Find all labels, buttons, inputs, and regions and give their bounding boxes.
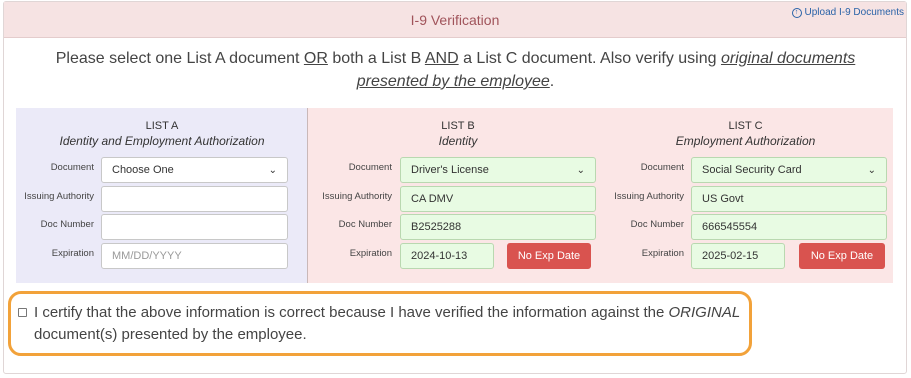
list-c-no-exp-date-button[interactable]: No Exp Date [799,243,885,269]
list-b-doc-number-input[interactable]: B2525288 [400,214,596,240]
chevron-down-icon: ⌄ [268,164,277,176]
instructions-or: OR [303,50,328,67]
list-a-document-label: Document [50,162,94,173]
list-a-section: LIST A Identity and Employment Authoriza… [16,108,308,283]
list-b-expiration-label: Expiration [349,248,392,259]
list-a-document-select[interactable]: Choose One ⌄ [101,157,288,183]
upload-link-label: Upload I-9 Documents [804,7,905,18]
list-a-expiration-label: Expiration [51,248,94,259]
list-c-doc-number-input[interactable]: 666545554 [691,214,887,240]
instructions-text: Please select one List A document OR bot… [30,47,881,93]
list-a-expiration-placeholder: MM/DD/YYYY [112,250,182,262]
list-b-issuing-authority-label: Issuing Authority [322,191,392,202]
list-b-subtitle: Identity [438,134,478,148]
list-bc-section: LIST B Identity Document Driver's Licens… [308,108,893,283]
certification-text: I certify that the above information is … [34,302,743,346]
list-a-heading: LIST A Identity and Employment Authoriza… [16,119,308,149]
certify-text-part1: I certify that the above information is … [34,304,669,321]
chevron-down-icon: ⌄ [576,164,585,176]
instructions-part3: a List C document. Also verify using [458,50,721,67]
list-a-issuing-authority-input[interactable] [101,186,288,212]
list-a-title: LIST A [145,120,179,132]
list-a-document-value: Choose One [112,164,174,176]
certify-checkbox[interactable] [18,308,27,317]
list-c-issuing-authority-input[interactable]: US Govt [691,186,887,212]
arrow-up-circle-icon: ↑ [791,7,802,18]
list-b-title: LIST B [441,120,475,132]
list-a-issuing-authority-label: Issuing Authority [24,191,94,202]
list-b-document-select[interactable]: Driver's License ⌄ [400,157,596,183]
instructions-and: AND [424,50,459,67]
list-c-doc-number-label: Doc Number [630,219,684,230]
certify-text-original: ORIGINAL [668,304,741,321]
list-c-subtitle: Employment Authorization [675,134,816,148]
list-b-document-value: Driver's License [411,164,489,176]
list-b-expiration-input[interactable]: 2024-10-13 [400,243,494,269]
document-lists: LIST A Identity and Employment Authoriza… [16,108,893,283]
certify-text-part2: document(s) presented by the employee. [34,326,307,343]
upload-i9-documents-link[interactable]: ↑ Upload I-9 Documents [791,7,905,18]
list-c-document-value: Social Security Card [702,164,802,176]
instructions-part1: Please select one List A document [55,50,304,67]
list-c-document-label: Document [640,162,684,173]
list-b-heading: LIST B Identity [308,119,608,149]
list-c-document-select[interactable]: Social Security Card ⌄ [691,157,887,183]
certification-box: I certify that the above information is … [8,291,752,356]
list-c-issuing-authority-label: Issuing Authority [614,191,684,202]
panel-header: I-9 Verification ↑ Upload I-9 Documents [4,2,906,38]
list-a-expiration-input[interactable]: MM/DD/YYYY [101,243,288,269]
list-c-expiration-label: Expiration [641,248,684,259]
instructions-part4: . [549,73,555,90]
list-b-no-exp-date-button[interactable]: No Exp Date [507,243,591,269]
list-a-subtitle: Identity and Employment Authorization [59,134,265,148]
list-c-expiration-input[interactable]: 2025-02-15 [691,243,785,269]
list-a-doc-number-label: Doc Number [40,219,94,230]
list-c-title: LIST C [728,120,763,132]
list-b-issuing-authority-input[interactable]: CA DMV [400,186,596,212]
instructions-part2: both a List B [327,50,425,67]
page-title: I-9 Verification [410,12,500,28]
list-a-doc-number-input[interactable] [101,214,288,240]
list-c-heading: LIST C Employment Authorization [598,119,893,149]
chevron-down-icon: ⌄ [867,164,876,176]
list-b-document-label: Document [348,162,392,173]
list-b-doc-number-label: Doc Number [338,219,392,230]
